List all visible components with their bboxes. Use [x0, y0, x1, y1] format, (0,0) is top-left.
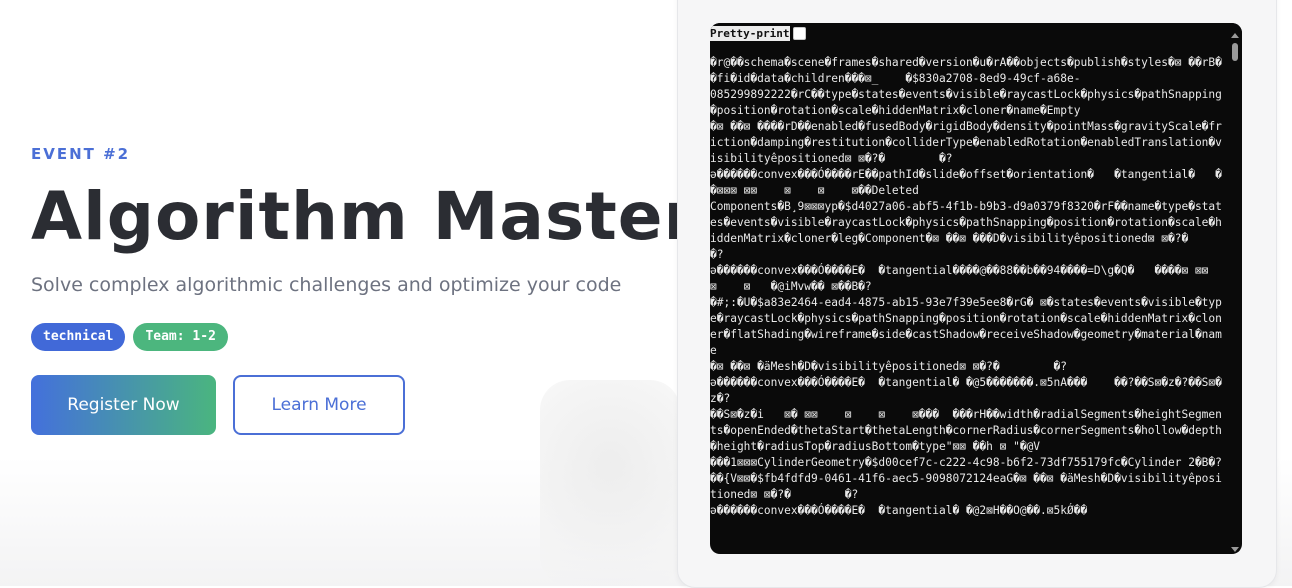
tag-technical: technical: [31, 323, 126, 351]
raw-content: �r@��schema�scene�frames�shared�version�…: [710, 55, 1228, 554]
event-label: EVENT #2: [31, 145, 131, 163]
pretty-print-label: Pretty-print: [710, 25, 791, 41]
raw-content-line: Components�B¸9⊠⊠⊠yp�$d4027a06-abf5-4f1b-…: [710, 200, 1222, 261]
raw-content-line: �⊠ ��⊠ �äMesh�D�visibilityêpositioned⊠ ⊠…: [710, 360, 1067, 373]
scroll-thumb[interactable]: [1232, 43, 1238, 61]
scroll-up-arrow-icon[interactable]: [1231, 33, 1239, 38]
viewer-toolbar: Pretty-print: [710, 23, 1242, 43]
vertical-scrollbar[interactable]: [1230, 33, 1240, 552]
raw-content-line: �#;:�U�$a83e2464-ead4-4875-ab15-93e7f39e…: [710, 296, 1222, 357]
raw-content-line: �⊠ ��⊠ ����rD��enabled�fusedBody�rigidBo…: [710, 120, 1222, 165]
raw-content-line: ə������convex���Ó����E� �tangential����@…: [710, 264, 1209, 293]
raw-content-line: 085299892222�rC��type�states�events�visi…: [710, 88, 1222, 117]
event-subtitle: Solve complex algorithmic challenges and…: [31, 274, 622, 296]
raw-content-line: �r@��schema�scene�frames�shared�version�…: [710, 56, 1222, 85]
raw-content-line: ə������convex���Ó����E� �tangential� �@5…: [710, 376, 1222, 405]
tag-team-size: Team: 1-2: [133, 323, 228, 351]
raw-content-line: ə������convex���Ó����rE��pathId�slide�of…: [710, 168, 1222, 197]
page-title: Algorithm Master: [31, 178, 698, 255]
hero-actions: Register Now Learn More: [31, 375, 405, 435]
pretty-print-checkbox[interactable]: [793, 26, 807, 40]
event-hero: EVENT #2 Algorithm Master Solve complex …: [31, 0, 696, 586]
register-now-button[interactable]: Register Now: [31, 375, 216, 435]
raw-content-line: ə������convex���Ó����E� �tangential� �@2…: [710, 504, 1088, 517]
scroll-down-arrow-icon[interactable]: [1231, 547, 1239, 552]
raw-file-viewer[interactable]: Pretty-print �r@��schema�scene�frames�sh…: [710, 23, 1242, 554]
raw-content-line: ���1⊠⊠⊠CylinderGeometry�$d00cef7c-c222-4…: [710, 456, 1222, 501]
raw-content-line: ��S⊠�z�i ⊠� ⊠⊠ ⊠ ⊠ ⊠��� ���rH��width�rad…: [710, 408, 1222, 453]
tag-list: technical Team: 1-2: [31, 323, 228, 351]
learn-more-button[interactable]: Learn More: [233, 375, 405, 435]
